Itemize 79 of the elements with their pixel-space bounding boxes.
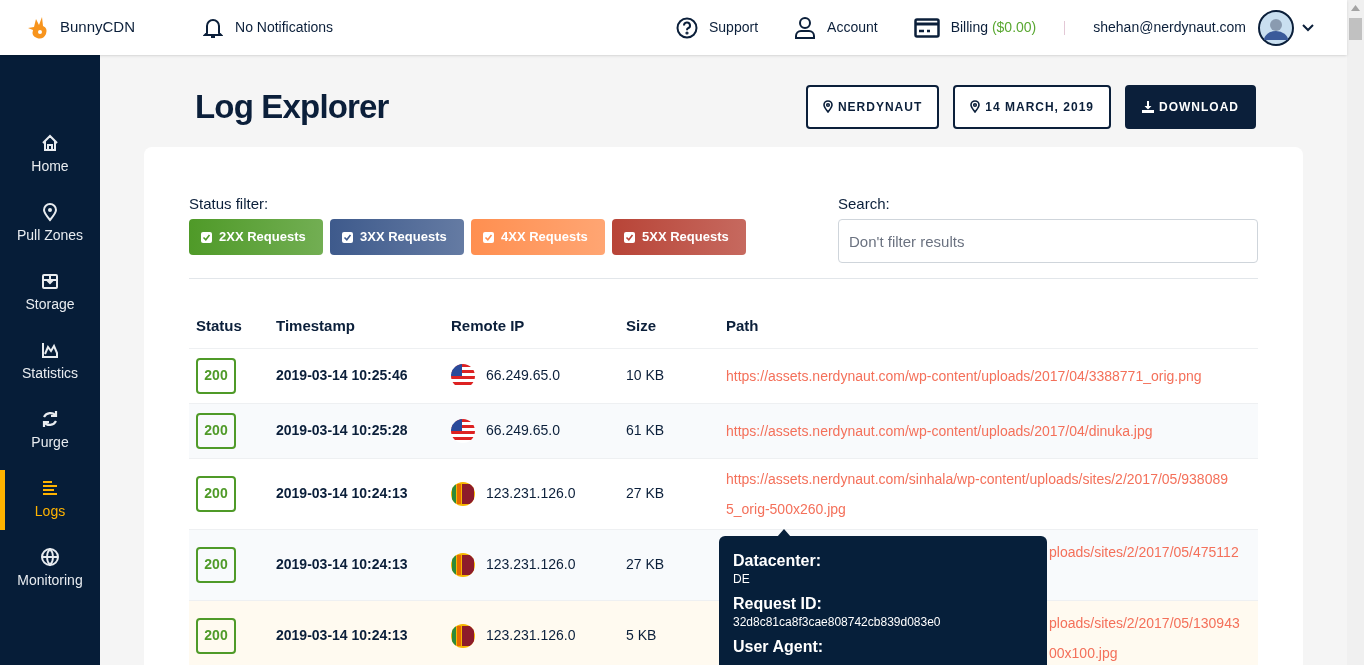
sidebar-item[interactable]: Logs [0, 470, 100, 530]
status-badge: 200 [196, 546, 236, 583]
sidebar-item[interactable]: Pull Zones [0, 194, 100, 254]
nav-link[interactable]: Billing ($0.00) [950, 17, 1037, 38]
sidebar-item[interactable]: Monitoring [0, 539, 100, 599]
status-filter-toggle[interactable]: 5XX Requests [612, 219, 746, 255]
page-title: Log Explorer [195, 87, 389, 127]
sidebar-item[interactable]: Home [0, 125, 100, 185]
ip-address: 66.249.65.0 [486, 421, 560, 440]
home-icon [40, 133, 60, 153]
checkbox[interactable] [201, 231, 212, 243]
column-header: Timestamp [269, 315, 444, 348]
sidebar-item[interactable]: Statistics [0, 332, 100, 392]
refresh-icon [40, 409, 60, 429]
chevron-down-icon[interactable] [1302, 23, 1314, 32]
tooltip-value: DE [733, 571, 751, 588]
tooltip-label: User Agent: [733, 637, 825, 657]
timestamp-cell: 2019-03-14 10:24:13 [269, 529, 444, 600]
size-cell: 5 KB [619, 600, 719, 665]
globe-icon [40, 547, 60, 567]
ip-address: 123.231.126.0 [486, 626, 576, 645]
flag-icon [451, 552, 475, 577]
flag-icon [451, 481, 475, 506]
timestamp-cell: 2019-03-14 10:24:13 [269, 600, 444, 665]
timestamp-cell: 2019-03-14 10:24:13 [269, 458, 444, 529]
filter-button[interactable]: 14 MARCH, 2019 [953, 84, 1111, 129]
download-icon [1142, 100, 1154, 113]
box-icon [40, 271, 60, 291]
sidebar-item[interactable]: Purge [0, 401, 100, 461]
status-badge: 200 [196, 617, 236, 654]
status-filter-toggle[interactable]: 3XX Requests [330, 219, 464, 255]
ip-address: 66.249.65.0 [486, 366, 560, 385]
tooltip-value: 32d8c81ca8f3cae808742cb839d083e0 [733, 614, 942, 631]
filter-label: Status filter: [189, 193, 270, 214]
notifications-label[interactable]: No Notifications [235, 17, 334, 38]
nav-link[interactable]: Support [709, 17, 759, 38]
column-header: Remote IP [444, 315, 619, 348]
nav-link[interactable]: Account [827, 17, 878, 38]
column-header: Path [719, 315, 1258, 348]
sidebar-item[interactable]: Storage [0, 263, 100, 323]
filter-button[interactable]: NERDYNAUT [805, 84, 940, 129]
checkbox[interactable] [342, 231, 353, 243]
scrollbar[interactable] [1347, 0, 1364, 665]
brand-name[interactable]: BunnyCDN [60, 16, 136, 39]
timestamp-cell: 2019-03-14 10:25:28 [269, 403, 444, 458]
chart-icon [40, 340, 60, 360]
column-header: Size [619, 315, 719, 348]
checkbox[interactable] [483, 231, 494, 243]
lines-icon [40, 478, 60, 498]
bell-icon[interactable] [203, 16, 224, 39]
help-icon[interactable] [676, 16, 698, 39]
tooltip-label: Datacenter: [733, 551, 823, 571]
card-icon[interactable] [913, 17, 940, 38]
pin-icon [970, 100, 981, 114]
size-cell: 27 KB [619, 529, 719, 600]
status-badge: 200 [196, 475, 236, 512]
search-label: Search: [838, 193, 891, 214]
avatar-icon[interactable] [1258, 9, 1294, 46]
flag-icon [451, 623, 475, 648]
flag-icon [451, 418, 475, 443]
pin-icon [822, 100, 833, 114]
tooltip-label: Request ID: [733, 594, 823, 614]
download-button[interactable]: DOWNLOAD [1125, 84, 1256, 129]
timestamp-cell: 2019-03-14 10:25:46 [269, 348, 444, 403]
size-cell: 10 KB [619, 348, 719, 403]
ip-address: 123.231.126.0 [486, 484, 576, 503]
user-icon[interactable] [794, 15, 817, 40]
size-cell: 61 KB [619, 403, 719, 458]
checkbox[interactable] [624, 231, 635, 243]
pin-icon [40, 202, 60, 222]
column-header: Status [189, 315, 269, 348]
scroll-thumb[interactable] [1349, 18, 1362, 40]
flag-icon [451, 363, 475, 388]
size-cell: 27 KB [619, 458, 719, 529]
user-email[interactable]: shehan@nerdynaut.com [1093, 17, 1246, 38]
status-badge: 200 [196, 412, 236, 449]
status-badge: 200 [196, 357, 236, 394]
ip-address: 123.231.126.0 [486, 555, 576, 574]
search-field[interactable]: Don't filter results [838, 219, 1258, 263]
